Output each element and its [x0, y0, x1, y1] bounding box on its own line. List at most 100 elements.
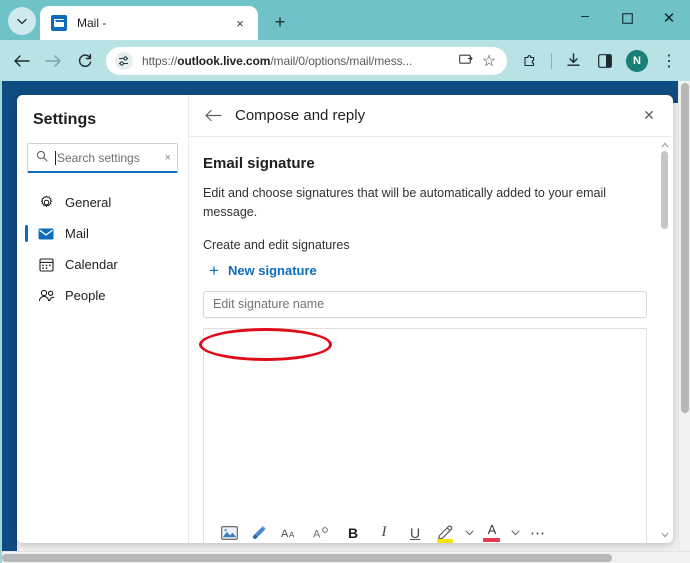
maximize-icon	[621, 12, 633, 24]
section-title: Email signature	[203, 155, 315, 172]
sidebar-item-calendar[interactable]: Calendar	[17, 249, 188, 280]
search-settings-input[interactable]: Search settings ×	[27, 143, 178, 173]
side-panel-button[interactable]	[590, 46, 620, 76]
download-icon	[566, 53, 580, 66]
avatar: N	[626, 49, 648, 72]
clear-search-icon[interactable]: ×	[165, 152, 171, 164]
gear-icon	[37, 195, 55, 211]
new-signature-button[interactable]: + New signature	[203, 256, 323, 286]
sidebar-item-label: Mail	[65, 226, 89, 241]
underline-icon[interactable]: U	[400, 519, 430, 544]
arrow-right-icon	[44, 54, 61, 67]
settings-dialog: Settings Search settings × General Mail …	[17, 95, 673, 543]
settings-sidebar: Settings Search settings × General Mail …	[17, 95, 189, 543]
puzzle-icon	[523, 55, 534, 67]
back-button[interactable]	[6, 46, 36, 76]
bookmark-star-icon[interactable]: ☆	[479, 51, 499, 71]
page-horizontal-scrollbar[interactable]	[0, 551, 690, 563]
sidebar-item-label: Calendar	[65, 257, 118, 272]
scroll-up-arrow-icon[interactable]	[661, 139, 669, 151]
signature-name-placeholder: Edit signature name	[213, 297, 325, 311]
window-minimize-button[interactable]: –	[564, 0, 606, 36]
sidebar-item-mail[interactable]: Mail	[17, 218, 188, 249]
svg-text:A: A	[281, 528, 289, 540]
tab-search-button[interactable]	[8, 7, 36, 35]
reload-button[interactable]	[70, 46, 100, 76]
scroll-down-arrow-icon[interactable]	[661, 529, 669, 541]
people-icon	[37, 288, 55, 304]
panel-body: Email signature Edit and choose signatur…	[189, 137, 673, 543]
tab-close-button[interactable]: ×	[230, 13, 250, 33]
signature-format-toolbar: A A A B I U A ⋯	[204, 516, 646, 544]
more-options-icon[interactable]: ⋯	[523, 519, 553, 544]
scrollbar-track[interactable]	[661, 151, 668, 529]
signature-name-input[interactable]: Edit signature name	[203, 290, 647, 318]
panel-scrollbar[interactable]	[658, 139, 671, 541]
new-signature-label: New signature	[227, 263, 317, 278]
highlight-color-swatch	[437, 538, 453, 543]
browser-toolbar: https://outlook.live.com/mail/0/options/…	[0, 40, 690, 81]
svg-text:A: A	[289, 530, 295, 539]
window-controls: – ✕	[564, 0, 690, 36]
address-bar[interactable]: https://outlook.live.com/mail/0/options/…	[106, 46, 507, 75]
scrollbar-thumb[interactable]	[661, 151, 668, 229]
font-size-icon[interactable]: A	[307, 519, 337, 544]
svg-text:A: A	[313, 528, 321, 540]
profile-button[interactable]: N	[622, 46, 652, 76]
italic-icon[interactable]: I	[369, 519, 399, 544]
page-horizontal-scrollbar-thumb[interactable]	[2, 554, 612, 562]
text-cursor	[55, 150, 56, 165]
calendar-icon	[37, 257, 55, 273]
highlight-chevron-down-icon[interactable]	[462, 529, 476, 536]
settings-title: Settings	[33, 111, 97, 128]
search-settings-wrapper: Search settings ×	[17, 143, 188, 173]
close-dialog-button[interactable]: ✕	[635, 102, 663, 130]
tab-strip: Mail - × + – ✕	[0, 0, 690, 40]
font-family-icon[interactable]: A A	[276, 519, 306, 544]
sidebar-item-people[interactable]: People	[17, 280, 188, 311]
window-maximize-button[interactable]	[606, 0, 648, 36]
outlook-icon	[51, 15, 67, 31]
arrow-left-icon	[205, 109, 222, 122]
page-vertical-scrollbar-thumb[interactable]	[681, 83, 689, 413]
section-description: Edit and choose signatures that will be …	[203, 186, 607, 219]
forward-button[interactable]	[38, 46, 68, 76]
url-text: https://outlook.live.com/mail/0/options/…	[142, 53, 413, 68]
font-color-icon[interactable]: A	[477, 519, 507, 544]
page-title: Compose and reply	[235, 107, 366, 124]
sidebar-item-label: General	[65, 195, 112, 210]
insert-picture-icon[interactable]	[214, 519, 244, 544]
signature-editor-canvas[interactable]	[204, 329, 646, 516]
side-panel-icon	[598, 53, 612, 68]
browser-menu-button[interactable]: ⋮	[654, 46, 684, 76]
mail-icon	[37, 226, 55, 242]
highlight-color-icon[interactable]	[431, 519, 461, 544]
search-icon	[36, 150, 48, 165]
cast-icon[interactable]	[456, 51, 476, 71]
subsection-label: Create and edit signatures	[203, 237, 350, 252]
bold-icon[interactable]: B	[338, 519, 368, 544]
window-left-edge	[0, 81, 2, 563]
reload-icon	[78, 53, 92, 67]
sidebar-item-general[interactable]: General	[17, 187, 188, 218]
toolbar-divider	[551, 52, 552, 69]
search-placeholder: Search settings	[57, 150, 140, 165]
tab-title: Mail -	[77, 16, 107, 30]
signature-editor[interactable]: A A A B I U A ⋯	[203, 327, 647, 544]
window-close-button[interactable]: ✕	[648, 0, 690, 36]
font-color-letter: A	[487, 521, 497, 537]
browser-tab[interactable]: Mail - ×	[40, 6, 258, 40]
downloads-button[interactable]	[558, 46, 588, 76]
sidebar-item-label: People	[65, 288, 106, 303]
page-viewport: Settings Search settings × General Mail …	[0, 81, 690, 563]
page-vertical-scrollbar[interactable]	[678, 81, 690, 551]
back-button[interactable]	[199, 102, 227, 130]
format-painter-icon[interactable]	[245, 519, 275, 544]
extensions-button[interactable]	[515, 46, 545, 76]
tune-icon[interactable]	[115, 51, 133, 70]
chevron-down-icon	[17, 18, 27, 24]
font-color-chevron-down-icon[interactable]	[508, 529, 522, 536]
new-tab-button[interactable]: +	[266, 8, 294, 36]
panel-header: Compose and reply ✕	[189, 95, 673, 137]
browser-window: Mail - × + – ✕ https://outlook.live.com/…	[0, 0, 690, 563]
